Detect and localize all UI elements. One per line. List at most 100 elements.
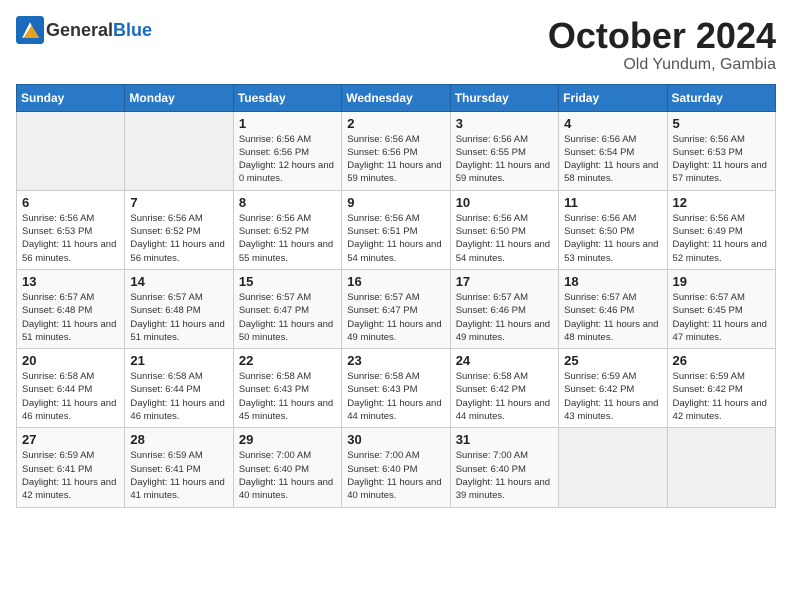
location-title: Old Yundum, Gambia (548, 56, 776, 74)
day-number: 11 (564, 195, 661, 210)
day-info: Sunrise: 6:56 AM Sunset: 6:53 PM Dayligh… (673, 133, 770, 186)
calendar-body: 1 Sunrise: 6:56 AM Sunset: 6:56 PM Dayli… (17, 111, 776, 507)
day-info: Sunrise: 6:57 AM Sunset: 6:48 PM Dayligh… (22, 291, 119, 344)
day-info: Sunrise: 6:57 AM Sunset: 6:46 PM Dayligh… (564, 291, 661, 344)
day-number: 10 (456, 195, 553, 210)
day-info: Sunrise: 6:56 AM Sunset: 6:49 PM Dayligh… (673, 212, 770, 265)
calendar-day-cell (667, 428, 775, 507)
day-number: 19 (673, 274, 770, 289)
day-info: Sunrise: 6:56 AM Sunset: 6:55 PM Dayligh… (456, 133, 553, 186)
calendar-day-cell: 12 Sunrise: 6:56 AM Sunset: 6:49 PM Dayl… (667, 190, 775, 269)
day-info: Sunrise: 6:59 AM Sunset: 6:41 PM Dayligh… (22, 449, 119, 502)
day-number: 17 (456, 274, 553, 289)
day-number: 29 (239, 432, 336, 447)
weekday-header-cell: Tuesday (233, 84, 341, 111)
calendar-day-cell: 28 Sunrise: 6:59 AM Sunset: 6:41 PM Dayl… (125, 428, 233, 507)
calendar-day-cell: 13 Sunrise: 6:57 AM Sunset: 6:48 PM Dayl… (17, 269, 125, 348)
day-number: 24 (456, 353, 553, 368)
day-info: Sunrise: 6:57 AM Sunset: 6:47 PM Dayligh… (239, 291, 336, 344)
calendar-week-row: 6 Sunrise: 6:56 AM Sunset: 6:53 PM Dayli… (17, 190, 776, 269)
calendar-day-cell: 16 Sunrise: 6:57 AM Sunset: 6:47 PM Dayl… (342, 269, 450, 348)
calendar-day-cell: 4 Sunrise: 6:56 AM Sunset: 6:54 PM Dayli… (559, 111, 667, 190)
calendar-day-cell: 8 Sunrise: 6:56 AM Sunset: 6:52 PM Dayli… (233, 190, 341, 269)
calendar-day-cell: 21 Sunrise: 6:58 AM Sunset: 6:44 PM Dayl… (125, 349, 233, 428)
weekday-header-cell: Wednesday (342, 84, 450, 111)
calendar-day-cell (125, 111, 233, 190)
calendar-day-cell: 24 Sunrise: 6:58 AM Sunset: 6:42 PM Dayl… (450, 349, 558, 428)
calendar-week-row: 13 Sunrise: 6:57 AM Sunset: 6:48 PM Dayl… (17, 269, 776, 348)
day-info: Sunrise: 6:56 AM Sunset: 6:56 PM Dayligh… (239, 133, 336, 186)
day-info: Sunrise: 6:56 AM Sunset: 6:56 PM Dayligh… (347, 133, 444, 186)
day-info: Sunrise: 6:58 AM Sunset: 6:43 PM Dayligh… (239, 370, 336, 423)
calendar-day-cell: 27 Sunrise: 6:59 AM Sunset: 6:41 PM Dayl… (17, 428, 125, 507)
day-number: 9 (347, 195, 444, 210)
calendar-day-cell: 26 Sunrise: 6:59 AM Sunset: 6:42 PM Dayl… (667, 349, 775, 428)
day-number: 12 (673, 195, 770, 210)
calendar-day-cell: 18 Sunrise: 6:57 AM Sunset: 6:46 PM Dayl… (559, 269, 667, 348)
day-number: 2 (347, 116, 444, 131)
day-number: 31 (456, 432, 553, 447)
calendar-day-cell: 22 Sunrise: 6:58 AM Sunset: 6:43 PM Dayl… (233, 349, 341, 428)
calendar-day-cell: 15 Sunrise: 6:57 AM Sunset: 6:47 PM Dayl… (233, 269, 341, 348)
day-number: 6 (22, 195, 119, 210)
day-number: 18 (564, 274, 661, 289)
day-info: Sunrise: 6:57 AM Sunset: 6:45 PM Dayligh… (673, 291, 770, 344)
weekday-header-cell: Sunday (17, 84, 125, 111)
day-number: 14 (130, 274, 227, 289)
calendar-day-cell: 25 Sunrise: 6:59 AM Sunset: 6:42 PM Dayl… (559, 349, 667, 428)
day-info: Sunrise: 6:57 AM Sunset: 6:48 PM Dayligh… (130, 291, 227, 344)
day-number: 21 (130, 353, 227, 368)
calendar-day-cell: 1 Sunrise: 6:56 AM Sunset: 6:56 PM Dayli… (233, 111, 341, 190)
calendar-day-cell: 5 Sunrise: 6:56 AM Sunset: 6:53 PM Dayli… (667, 111, 775, 190)
calendar-day-cell: 14 Sunrise: 6:57 AM Sunset: 6:48 PM Dayl… (125, 269, 233, 348)
day-number: 15 (239, 274, 336, 289)
day-number: 25 (564, 353, 661, 368)
day-info: Sunrise: 6:56 AM Sunset: 6:53 PM Dayligh… (22, 212, 119, 265)
calendar-day-cell: 23 Sunrise: 6:58 AM Sunset: 6:43 PM Dayl… (342, 349, 450, 428)
logo: GeneralBlue (16, 16, 152, 44)
day-info: Sunrise: 6:56 AM Sunset: 6:52 PM Dayligh… (130, 212, 227, 265)
day-info: Sunrise: 6:56 AM Sunset: 6:50 PM Dayligh… (456, 212, 553, 265)
calendar-day-cell: 30 Sunrise: 7:00 AM Sunset: 6:40 PM Dayl… (342, 428, 450, 507)
day-number: 30 (347, 432, 444, 447)
day-info: Sunrise: 7:00 AM Sunset: 6:40 PM Dayligh… (239, 449, 336, 502)
day-info: Sunrise: 6:56 AM Sunset: 6:50 PM Dayligh… (564, 212, 661, 265)
title-area: October 2024 Old Yundum, Gambia (548, 16, 776, 74)
weekday-header-cell: Friday (559, 84, 667, 111)
calendar-week-row: 27 Sunrise: 6:59 AM Sunset: 6:41 PM Dayl… (17, 428, 776, 507)
day-number: 5 (673, 116, 770, 131)
calendar-week-row: 1 Sunrise: 6:56 AM Sunset: 6:56 PM Dayli… (17, 111, 776, 190)
day-info: Sunrise: 6:59 AM Sunset: 6:41 PM Dayligh… (130, 449, 227, 502)
day-info: Sunrise: 7:00 AM Sunset: 6:40 PM Dayligh… (347, 449, 444, 502)
calendar-table: SundayMondayTuesdayWednesdayThursdayFrid… (16, 84, 776, 508)
calendar-day-cell: 9 Sunrise: 6:56 AM Sunset: 6:51 PM Dayli… (342, 190, 450, 269)
day-info: Sunrise: 6:58 AM Sunset: 6:44 PM Dayligh… (130, 370, 227, 423)
calendar-day-cell: 29 Sunrise: 7:00 AM Sunset: 6:40 PM Dayl… (233, 428, 341, 507)
day-info: Sunrise: 6:58 AM Sunset: 6:42 PM Dayligh… (456, 370, 553, 423)
day-number: 8 (239, 195, 336, 210)
day-info: Sunrise: 6:59 AM Sunset: 6:42 PM Dayligh… (564, 370, 661, 423)
day-info: Sunrise: 6:58 AM Sunset: 6:43 PM Dayligh… (347, 370, 444, 423)
day-number: 22 (239, 353, 336, 368)
calendar-day-cell: 31 Sunrise: 7:00 AM Sunset: 6:40 PM Dayl… (450, 428, 558, 507)
day-number: 4 (564, 116, 661, 131)
day-info: Sunrise: 6:56 AM Sunset: 6:51 PM Dayligh… (347, 212, 444, 265)
day-number: 20 (22, 353, 119, 368)
calendar-day-cell: 6 Sunrise: 6:56 AM Sunset: 6:53 PM Dayli… (17, 190, 125, 269)
day-info: Sunrise: 6:56 AM Sunset: 6:52 PM Dayligh… (239, 212, 336, 265)
weekday-header-row: SundayMondayTuesdayWednesdayThursdayFrid… (17, 84, 776, 111)
calendar-day-cell: 2 Sunrise: 6:56 AM Sunset: 6:56 PM Dayli… (342, 111, 450, 190)
day-number: 23 (347, 353, 444, 368)
day-number: 3 (456, 116, 553, 131)
calendar-day-cell: 3 Sunrise: 6:56 AM Sunset: 6:55 PM Dayli… (450, 111, 558, 190)
day-info: Sunrise: 7:00 AM Sunset: 6:40 PM Dayligh… (456, 449, 553, 502)
calendar-day-cell: 17 Sunrise: 6:57 AM Sunset: 6:46 PM Dayl… (450, 269, 558, 348)
day-number: 26 (673, 353, 770, 368)
logo-text: GeneralBlue (46, 20, 152, 41)
calendar-day-cell (559, 428, 667, 507)
day-number: 7 (130, 195, 227, 210)
day-number: 28 (130, 432, 227, 447)
day-number: 27 (22, 432, 119, 447)
day-info: Sunrise: 6:57 AM Sunset: 6:46 PM Dayligh… (456, 291, 553, 344)
day-info: Sunrise: 6:59 AM Sunset: 6:42 PM Dayligh… (673, 370, 770, 423)
